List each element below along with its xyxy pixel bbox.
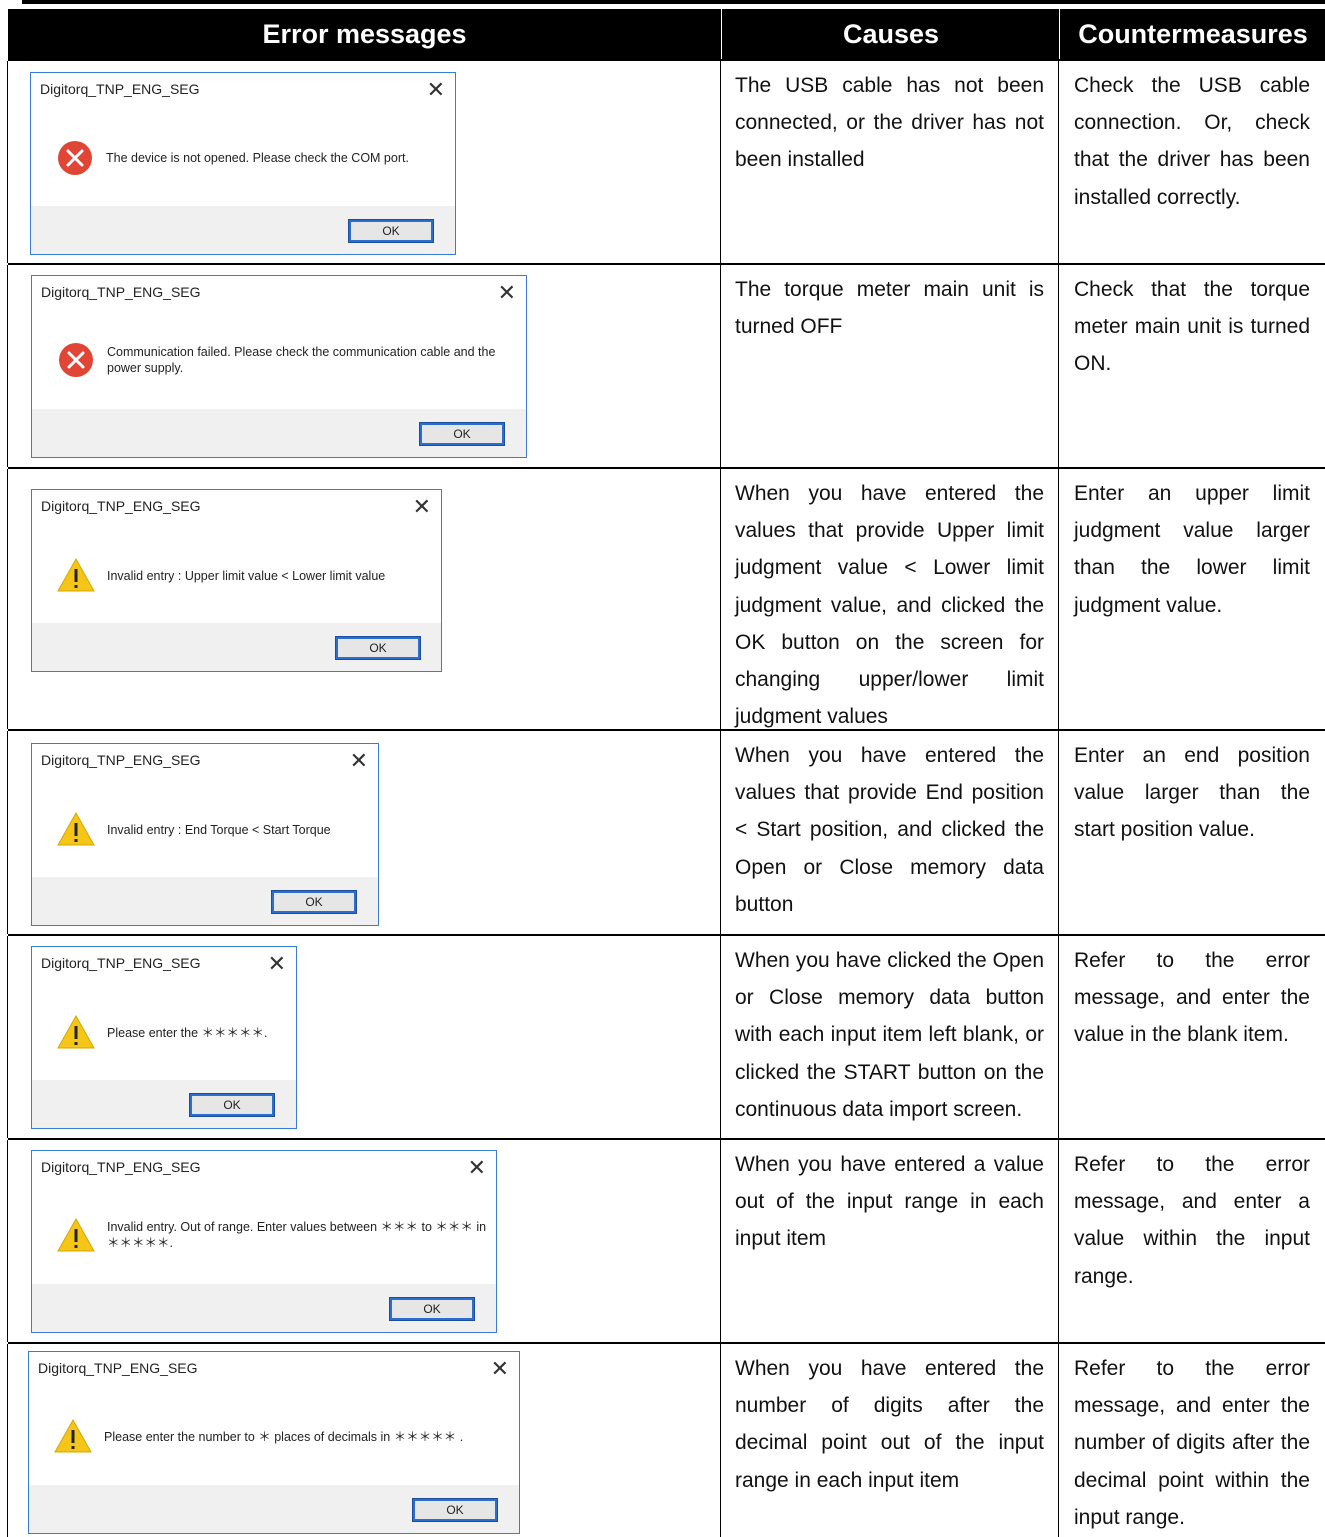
- dialog-title: Digitorq_TNP_ENG_SEG: [41, 1159, 201, 1175]
- dialog-message: Invalid entry : Upper limit value < Lowe…: [107, 569, 386, 583]
- error-dialog: Digitorq_TNP_ENG_SEG ✕ Invalid entry : E…: [31, 743, 379, 926]
- dialog-message: Invalid entry. Out of range. Enter value…: [107, 1220, 487, 1250]
- error-dialog: Digitorq_TNP_ENG_SEG ✕ Please enter the …: [28, 1351, 520, 1534]
- dialog-title: Digitorq_TNP_ENG_SEG: [38, 1360, 198, 1376]
- table-row: Digitorq_TNP_ENG_SEG ✕ Please enter the …: [7, 1342, 1325, 1537]
- countermeasure-text: Refer to the error message, and enter th…: [1074, 1357, 1310, 1529]
- table-row: Digitorq_TNP_ENG_SEG ✕ Please enter the …: [7, 934, 1325, 1138]
- dialog-title: Digitorq_TNP_ENG_SEG: [41, 498, 201, 514]
- warning-icon: [54, 1418, 92, 1453]
- ok-button[interactable]: OK: [189, 1093, 275, 1117]
- warning-icon: [57, 811, 95, 846]
- dialog-message: The device is not opened. Please check t…: [106, 151, 409, 165]
- ok-button[interactable]: OK: [335, 636, 421, 660]
- countermeasure-text: Check the USB cable connection. Or, chec…: [1074, 74, 1310, 209]
- error-dialog: Digitorq_TNP_ENG_SEG ✕ Invalid entry : U…: [31, 489, 442, 672]
- close-icon[interactable]: ✕: [413, 494, 431, 520]
- dialog-footer: OK: [32, 877, 378, 925]
- countermeasure-text: Enter an end position value larger than …: [1074, 744, 1310, 842]
- error-dialog: Digitorq_TNP_ENG_SEG ✕ The device is not…: [30, 72, 456, 255]
- cause-text: When you have entered the number of digi…: [735, 1357, 1044, 1492]
- close-icon[interactable]: ✕: [268, 951, 286, 977]
- header-error-messages: Error messages: [262, 19, 467, 49]
- warning-icon: [57, 1217, 95, 1252]
- countermeasure-text: Refer to the error message, and enter a …: [1074, 1153, 1310, 1288]
- table-row: Digitorq_TNP_ENG_SEG ✕ The device is not…: [7, 59, 1325, 263]
- cause-text: When you have entered the values that pr…: [735, 744, 1044, 916]
- dialog-footer: OK: [31, 206, 455, 254]
- cause-text: When you have entered a value out of the…: [735, 1153, 1044, 1251]
- top-rule: [22, 0, 1325, 4]
- ok-button[interactable]: OK: [419, 422, 505, 446]
- table-row: Digitorq_TNP_ENG_SEG ✕ Invalid entry : U…: [7, 467, 1325, 729]
- dialog-title: Digitorq_TNP_ENG_SEG: [41, 955, 201, 971]
- dialog-title: Digitorq_TNP_ENG_SEG: [41, 752, 201, 768]
- dialog-title: Digitorq_TNP_ENG_SEG: [41, 284, 201, 300]
- ok-button[interactable]: OK: [412, 1498, 498, 1522]
- countermeasure-text: Enter an upper limit judgment value larg…: [1074, 482, 1310, 617]
- error-dialog: Digitorq_TNP_ENG_SEG ✕ Invalid entry. Ou…: [31, 1150, 497, 1333]
- error-dialog: Digitorq_TNP_ENG_SEG ✕ Please enter the …: [31, 946, 297, 1129]
- dialog-message: Please enter the ＊＊＊＊＊.: [107, 1026, 268, 1040]
- countermeasure-text: Refer to the error message, and enter th…: [1074, 949, 1310, 1047]
- table-header: Error messages Causes Countermeasures: [8, 9, 1325, 59]
- error-dialog: Digitorq_TNP_ENG_SEG ✕ Communication fai…: [31, 275, 527, 458]
- table-row: Digitorq_TNP_ENG_SEG ✕ Invalid entry. Ou…: [7, 1138, 1325, 1342]
- cause-text: When you have entered the values that pr…: [735, 482, 1044, 729]
- cause-text: The torque meter main unit is turned OFF: [735, 278, 1044, 339]
- close-icon[interactable]: ✕: [491, 1356, 509, 1382]
- header-countermeasures: Countermeasures: [1059, 9, 1325, 59]
- ok-button[interactable]: OK: [271, 890, 357, 914]
- warning-icon: [57, 1014, 95, 1049]
- dialog-footer: OK: [29, 1485, 519, 1533]
- warning-icon: [57, 557, 95, 592]
- table-row: Digitorq_TNP_ENG_SEG ✕ Invalid entry : E…: [7, 729, 1325, 934]
- ok-button[interactable]: OK: [389, 1297, 475, 1321]
- dialog-title: Digitorq_TNP_ENG_SEG: [40, 81, 200, 97]
- close-icon[interactable]: ✕: [498, 280, 516, 306]
- dialog-footer: OK: [32, 1284, 496, 1332]
- error-icon: [59, 343, 93, 377]
- cause-text: When you have clicked the Open or Close …: [735, 949, 1044, 1121]
- error-icon: [58, 141, 92, 175]
- ok-button[interactable]: OK: [348, 219, 434, 243]
- dialog-message: Invalid entry : End Torque < Start Torqu…: [107, 823, 331, 837]
- close-icon[interactable]: ✕: [468, 1155, 486, 1181]
- dialog-footer: OK: [32, 623, 441, 671]
- close-icon[interactable]: ✕: [350, 748, 368, 774]
- dialog-message: Communication failed. Please check the c…: [107, 345, 496, 375]
- dialog-footer: OK: [32, 409, 526, 457]
- countermeasure-text: Check that the torque meter main unit is…: [1074, 278, 1310, 376]
- close-icon[interactable]: ✕: [427, 77, 445, 103]
- header-causes: Causes: [721, 9, 1060, 59]
- dialog-footer: OK: [32, 1080, 296, 1128]
- dialog-message: Please enter the number to ＊ places of d…: [104, 1430, 464, 1444]
- table-row: Digitorq_TNP_ENG_SEG ✕ Communication fai…: [7, 263, 1325, 467]
- cause-text: The USB cable has not been connected, or…: [735, 74, 1044, 172]
